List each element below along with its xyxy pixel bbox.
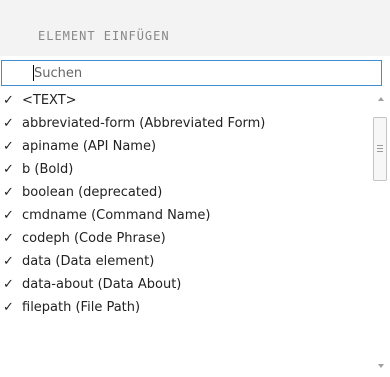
list-item-label: b (Bold) (22, 162, 74, 177)
check-icon: ✓ (3, 254, 14, 269)
panel-header: ELEMENT EINFÜGEN (0, 0, 390, 56)
check-icon: ✓ (3, 231, 14, 246)
list-item[interactable]: ✓ codeph (Code Phrase) (0, 228, 372, 251)
check-icon: ✓ (3, 139, 14, 154)
list-item[interactable]: ✓ cmdname (Command Name) (0, 205, 372, 228)
list-item-label: data-about (Data About) (22, 277, 182, 292)
search-input[interactable] (34, 64, 364, 82)
check-icon: ✓ (3, 162, 14, 177)
list-item-label: filepath (File Path) (22, 300, 141, 315)
check-icon: ✓ (3, 185, 14, 200)
list-item[interactable]: ✓ boolean (deprecated) (0, 182, 372, 205)
check-icon: ✓ (3, 277, 14, 292)
list-item-label: apiname (API Name) (22, 139, 157, 154)
list-item[interactable]: ✓ abbreviated-form (Abbreviated Form) (0, 113, 372, 136)
list-item[interactable]: ✓ filepath (File Path) (0, 297, 372, 320)
insert-element-panel: ELEMENT EINFÜGEN ✓ <TEXT> ✓ abbreviated-… (0, 0, 390, 377)
list-item[interactable]: ✓ data-about (Data About) (0, 274, 372, 297)
element-list: ✓ <TEXT> ✓ abbreviated-form (Abbreviated… (0, 90, 372, 377)
scrollbar-thumb[interactable] (373, 117, 387, 181)
scroll-grip-icon (377, 145, 383, 152)
vertical-scrollbar[interactable] (372, 90, 390, 377)
check-icon: ✓ (3, 300, 14, 315)
search-box[interactable] (1, 60, 382, 86)
check-icon: ✓ (3, 208, 14, 223)
check-icon: ✓ (3, 93, 14, 108)
check-icon: ✓ (3, 116, 14, 131)
scroll-up-arrow-icon[interactable] (376, 94, 386, 104)
list-item-label: <TEXT> (22, 93, 77, 108)
list-item[interactable]: ✓ apiname (API Name) (0, 136, 372, 159)
list-item[interactable]: ✓ <TEXT> (0, 90, 372, 113)
panel-title: ELEMENT EINFÜGEN (38, 29, 170, 43)
list-item-label: data (Data element) (22, 254, 155, 269)
list-item-label: cmdname (Command Name) (22, 208, 211, 223)
list-item[interactable]: ✓ data (Data element) (0, 251, 372, 274)
list-item-label: boolean (deprecated) (22, 185, 163, 200)
list-item[interactable]: ✓ b (Bold) (0, 159, 372, 182)
list-item-label: codeph (Code Phrase) (22, 231, 166, 246)
list-item-label: abbreviated-form (Abbreviated Form) (22, 116, 266, 131)
scroll-down-arrow-icon[interactable] (376, 361, 386, 371)
